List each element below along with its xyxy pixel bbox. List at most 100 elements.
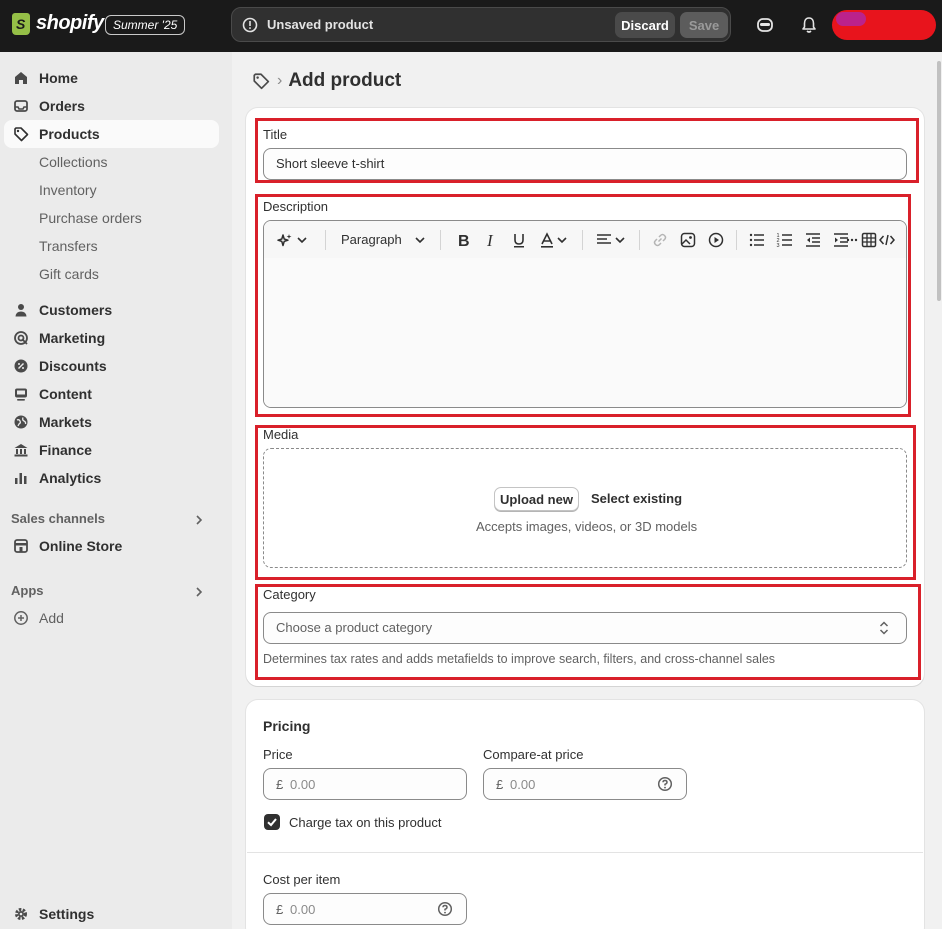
sidebar-item-finance[interactable]: Finance [4,436,219,464]
paragraph-style-select[interactable]: Paragraph [341,232,402,247]
sidebar-item-label: Gift cards [39,266,99,282]
sidebar-item-home[interactable]: Home [4,64,219,92]
toolbar-divider [440,230,441,250]
sidekick-icon[interactable] [755,15,775,35]
title-input[interactable]: Short sleeve t-shirt [263,148,907,180]
chevron-down-icon[interactable] [614,231,626,249]
sidebar-item-products[interactable]: Products [4,120,219,148]
charge-tax-label[interactable]: Charge tax on this product [289,815,441,830]
code-icon[interactable] [878,231,896,249]
sidebar-item-label: Settings [39,906,95,922]
sidebar-item-customers[interactable]: Customers [4,296,219,324]
compare-at-price-input[interactable]: £ 0.00 [483,768,687,800]
align-left-icon[interactable] [595,231,613,249]
apps-heading[interactable]: Apps [11,583,44,598]
sidebar-item-marketing[interactable]: Marketing [4,324,219,352]
sales-channels-heading[interactable]: Sales channels [11,511,105,526]
video-play-icon[interactable] [707,231,725,249]
sidebar-item-inventory[interactable]: Inventory [4,176,219,204]
chevron-down-icon[interactable] [556,231,568,249]
description-editor: Paragraph B I 123 [263,220,907,408]
sidebar-item-purchase-orders[interactable]: Purchase orders [4,204,219,232]
description-label: Description [263,199,329,214]
alert-circle-icon [242,17,258,33]
top-bar: shopify Summer '25 Unsaved product Disca… [0,0,942,52]
sidebar-item-add-app[interactable]: Add [4,604,219,632]
shopify-logo[interactable]: shopify [12,12,104,35]
table-icon[interactable] [860,231,878,249]
checkmark-icon [267,818,277,827]
price-input[interactable]: £ 0.00 [263,768,467,800]
globe-icon [14,415,28,429]
more-options-icon[interactable] [846,231,858,249]
text-color-icon[interactable] [538,231,556,249]
numbered-list-icon[interactable]: 123 [776,231,794,249]
sidebar-item-orders[interactable]: Orders [4,92,219,120]
chevron-right-icon: › [277,72,283,89]
sidebar-item-transfers[interactable]: Transfers [4,232,219,260]
sidebar-item-analytics[interactable]: Analytics [4,464,219,492]
sidebar-item-label: Products [39,126,100,142]
media-label: Media [263,427,299,442]
page-title: Add product [288,70,402,91]
category-select[interactable]: Choose a product category [263,612,907,644]
store-icon [14,539,28,553]
charge-tax-checkbox[interactable] [264,814,280,830]
select-existing-link[interactable]: Select existing [591,491,682,506]
page-scrollbar[interactable] [936,55,942,929]
underline-icon[interactable] [510,231,528,249]
question-circle-icon[interactable] [437,901,453,917]
account-avatar[interactable] [832,10,936,40]
bar-chart-icon [15,473,27,484]
sidebar-item-gift-cards[interactable]: Gift cards [4,260,219,288]
question-circle-icon[interactable] [657,776,673,792]
currency-symbol: £ [496,777,504,792]
cost-per-item-input[interactable]: £ 0.00 [263,893,467,925]
price-placeholder: 0.00 [290,777,316,792]
tag-icon[interactable] [252,72,270,90]
sidebar-item-settings[interactable]: Settings [4,900,219,928]
link-icon[interactable] [651,231,669,249]
scrollbar-thumb[interactable] [937,61,941,301]
shopify-bag-icon [12,12,30,35]
chevron-down-icon[interactable] [296,231,308,249]
discard-button[interactable]: Discard [615,12,675,38]
upload-new-button[interactable]: Upload new [494,487,579,511]
sidebar-item-label: Content [39,386,92,402]
compare-at-price-label: Compare-at price [483,747,584,762]
italic-icon[interactable]: I [482,231,500,249]
toolbar-divider [639,230,640,250]
chevron-right-icon[interactable] [193,514,205,526]
sidebar-item-markets[interactable]: Markets [4,408,219,436]
title-label: Title [263,127,288,142]
bank-icon [14,444,28,457]
save-button[interactable]: Save [680,12,728,38]
sidebar-item-label: Orders [39,98,85,114]
currency-symbol: £ [276,777,284,792]
media-dropzone[interactable] [263,448,907,568]
sidebar-item-label: Analytics [39,470,102,486]
toolbar-divider [582,230,583,250]
sidebar-item-discounts[interactable]: Discounts [4,352,219,380]
chevron-right-icon[interactable] [193,586,205,598]
select-chevrons-icon [879,621,889,635]
sidebar-item-online-store[interactable]: Online Store [4,532,219,560]
sidebar-item-label: Inventory [39,182,97,198]
sidebar-item-label: Finance [39,442,92,458]
bullet-list-icon[interactable] [748,231,766,249]
currency-symbol: £ [276,902,284,917]
toolbar-divider [325,230,326,250]
bell-icon[interactable] [799,15,819,35]
chevron-down-icon[interactable] [414,231,426,249]
sidebar-item-collections[interactable]: Collections [4,148,219,176]
inbox-icon [14,100,28,112]
outdent-icon[interactable] [804,231,822,249]
bold-icon[interactable]: B [454,231,472,249]
price-label: Price [263,747,293,762]
magic-sparkle-icon[interactable] [276,231,294,249]
image-icon[interactable] [679,231,697,249]
sidebar-item-label: Collections [39,154,108,170]
description-textarea[interactable] [264,258,906,407]
toolbar-divider [736,230,737,250]
sidebar-item-content[interactable]: Content [4,380,219,408]
